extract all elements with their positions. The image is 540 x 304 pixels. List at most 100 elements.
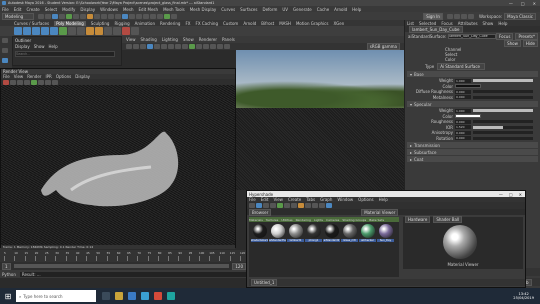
hypershade-close-button[interactable]: ✕: [519, 192, 522, 197]
swatch-tag-bake-sets[interactable]: Bake Sets: [369, 218, 384, 222]
shelf-tab-mash[interactable]: MASH: [279, 21, 291, 26]
hypershade-maximize-button[interactable]: □: [509, 192, 513, 197]
sphere-icon[interactable]: [14, 27, 22, 35]
material-swatch[interactable]: shaderGlow1: [251, 224, 268, 242]
render-menu-file[interactable]: File: [3, 74, 10, 79]
swatch-tag-materials[interactable]: Materials: [249, 218, 263, 222]
menu-modify[interactable]: Modify: [62, 7, 75, 12]
attribute-slider[interactable]: [473, 109, 533, 113]
hs-menu-view[interactable]: View: [273, 197, 283, 202]
torus-icon[interactable]: [59, 27, 67, 35]
attribute-slider[interactable]: [473, 95, 533, 99]
render-menu-view[interactable]: View: [14, 74, 24, 79]
viewer-geometry-dropdown[interactable]: Shader Ball: [433, 216, 463, 223]
shader-name-field[interactable]: [448, 33, 496, 39]
menu-mesh[interactable]: Mesh: [123, 7, 134, 12]
store-icon[interactable]: [141, 292, 149, 300]
material-swatch[interactable]: aiStandard2: [323, 224, 340, 242]
chrome-icon[interactable]: [154, 292, 162, 300]
combine-icon[interactable]: [68, 27, 76, 35]
attribute-value-field[interactable]: 1.000: [455, 78, 471, 83]
attribute-slider[interactable]: [473, 79, 533, 83]
node-tab[interactable]: lambert_Sun_Day_Cube: [409, 25, 463, 33]
attribute-value-field[interactable]: 1.520: [455, 125, 471, 130]
shelf-tab-fx[interactable]: FX: [185, 21, 190, 26]
ae-menu-show[interactable]: Show: [483, 21, 494, 26]
shelf-tab-xgen[interactable]: XGen: [333, 21, 344, 26]
section-header[interactable]: ▸ Coat: [407, 156, 538, 162]
focus-button[interactable]: Focus: [496, 32, 514, 40]
menu-create[interactable]: Create: [26, 7, 39, 12]
shelf-tab-arnold[interactable]: Arnold: [243, 21, 256, 26]
menu-curves[interactable]: Curves: [221, 7, 235, 12]
presets-button[interactable]: Presets*: [515, 32, 538, 40]
shelf-tab-motion-graphics[interactable]: Motion Graphics: [296, 21, 329, 26]
tab-browser[interactable]: Browser: [249, 208, 272, 216]
render-menu-ipr[interactable]: IPR: [45, 74, 51, 79]
windows-start-icon[interactable]: ⊞: [0, 288, 16, 304]
hs-menu-file[interactable]: File: [249, 197, 256, 202]
viewport-menu-show[interactable]: Show: [183, 37, 194, 42]
section-header[interactable]: ▸ Subsurface: [407, 149, 538, 155]
material-swatch[interactable]: aiChecker: [359, 224, 376, 242]
menu-generate[interactable]: Generate: [293, 7, 312, 12]
hs-menu-help[interactable]: Help: [379, 197, 388, 202]
outliner-menu-display[interactable]: Display: [15, 44, 30, 49]
bridge-icon[interactable]: [95, 27, 103, 35]
show-button[interactable]: Show: [504, 39, 521, 47]
material-swatch[interactable]: Sun_Day: [377, 224, 394, 242]
cone-icon[interactable]: [41, 27, 49, 35]
attribute-value-field[interactable]: 1.000: [455, 108, 471, 113]
viewport-menu-shading[interactable]: Shading: [141, 37, 157, 42]
hs-menu-edit[interactable]: Edit: [261, 197, 269, 202]
swatch-tag-rendering[interactable]: Rendering: [296, 218, 311, 222]
attribute-slider[interactable]: [473, 136, 533, 140]
render-menu-display[interactable]: Display: [75, 74, 90, 79]
gamma-dropdown[interactable]: sRGB gamma: [366, 43, 400, 50]
section-header[interactable]: ▾ Base: [407, 71, 538, 77]
outliner-menu-help[interactable]: Help: [49, 44, 58, 49]
merge-icon[interactable]: [113, 27, 121, 35]
attribute-value-field[interactable]: 0.000: [455, 136, 471, 141]
hs-menu-create[interactable]: Create: [288, 197, 301, 202]
viewport-menu-lighting[interactable]: Lighting: [162, 37, 178, 42]
material-swatch[interactable]: aiStandardSurface1: [269, 224, 286, 242]
task-view-icon[interactable]: [102, 292, 110, 300]
material-swatch[interactable]: Glass_mtl: [341, 224, 358, 242]
hs-menu-options[interactable]: Options: [358, 197, 373, 202]
shelf-tab-sculpting[interactable]: Sculpting: [91, 21, 110, 26]
swatch-tag-shading-groups[interactable]: Shading Groups: [342, 218, 366, 222]
taskbar-clock[interactable]: 13:42 25/04/2019: [513, 292, 534, 301]
bevel-icon[interactable]: [104, 27, 112, 35]
attribute-value-field[interactable]: 0.000: [455, 119, 471, 124]
attribute-value-field[interactable]: 0.000: [455, 95, 471, 100]
menu-help[interactable]: Help: [352, 7, 361, 12]
menu-mesh-tools[interactable]: Mesh Tools: [163, 7, 185, 12]
menu-deform[interactable]: Deform: [262, 7, 277, 12]
shelf-tab-poly-modeling[interactable]: Poly Modeling: [54, 20, 86, 26]
maya-taskbar-icon[interactable]: [167, 292, 175, 300]
section-header[interactable]: ▾ Specular: [407, 101, 538, 107]
shelf-tab-custom[interactable]: Custom: [223, 21, 238, 26]
attribute-slider[interactable]: [473, 125, 533, 129]
color-swatch[interactable]: [455, 114, 481, 119]
ae-menu-help[interactable]: Help: [498, 21, 507, 26]
attribute-slider[interactable]: [473, 120, 533, 124]
menu-file[interactable]: File: [2, 7, 9, 12]
perspective-viewport[interactable]: [236, 50, 404, 190]
hypershade-minimize-button[interactable]: —: [499, 192, 503, 197]
menu-arnold[interactable]: Arnold: [334, 7, 347, 12]
range-end-field[interactable]: 120: [232, 262, 246, 270]
render-menu-render[interactable]: Render: [27, 74, 41, 79]
shelf-tab-fx-caching[interactable]: FX Caching: [196, 21, 218, 26]
section-header[interactable]: ▸ Transmission: [407, 142, 538, 148]
shelf-tab-curves-surfaces[interactable]: Curves / Surfaces: [14, 21, 49, 26]
menu-display[interactable]: Display: [80, 7, 95, 12]
cylinder-icon[interactable]: [32, 27, 40, 35]
menu-select[interactable]: Select: [45, 7, 57, 12]
menu-edit[interactable]: Edit: [14, 7, 22, 12]
viewer-renderer-dropdown[interactable]: Hardware: [405, 216, 431, 223]
swatch-tag-lights[interactable]: Lights: [314, 218, 323, 222]
shelf-tab-animation[interactable]: Animation: [135, 21, 155, 26]
lasso-tool-icon[interactable]: [2, 48, 8, 53]
